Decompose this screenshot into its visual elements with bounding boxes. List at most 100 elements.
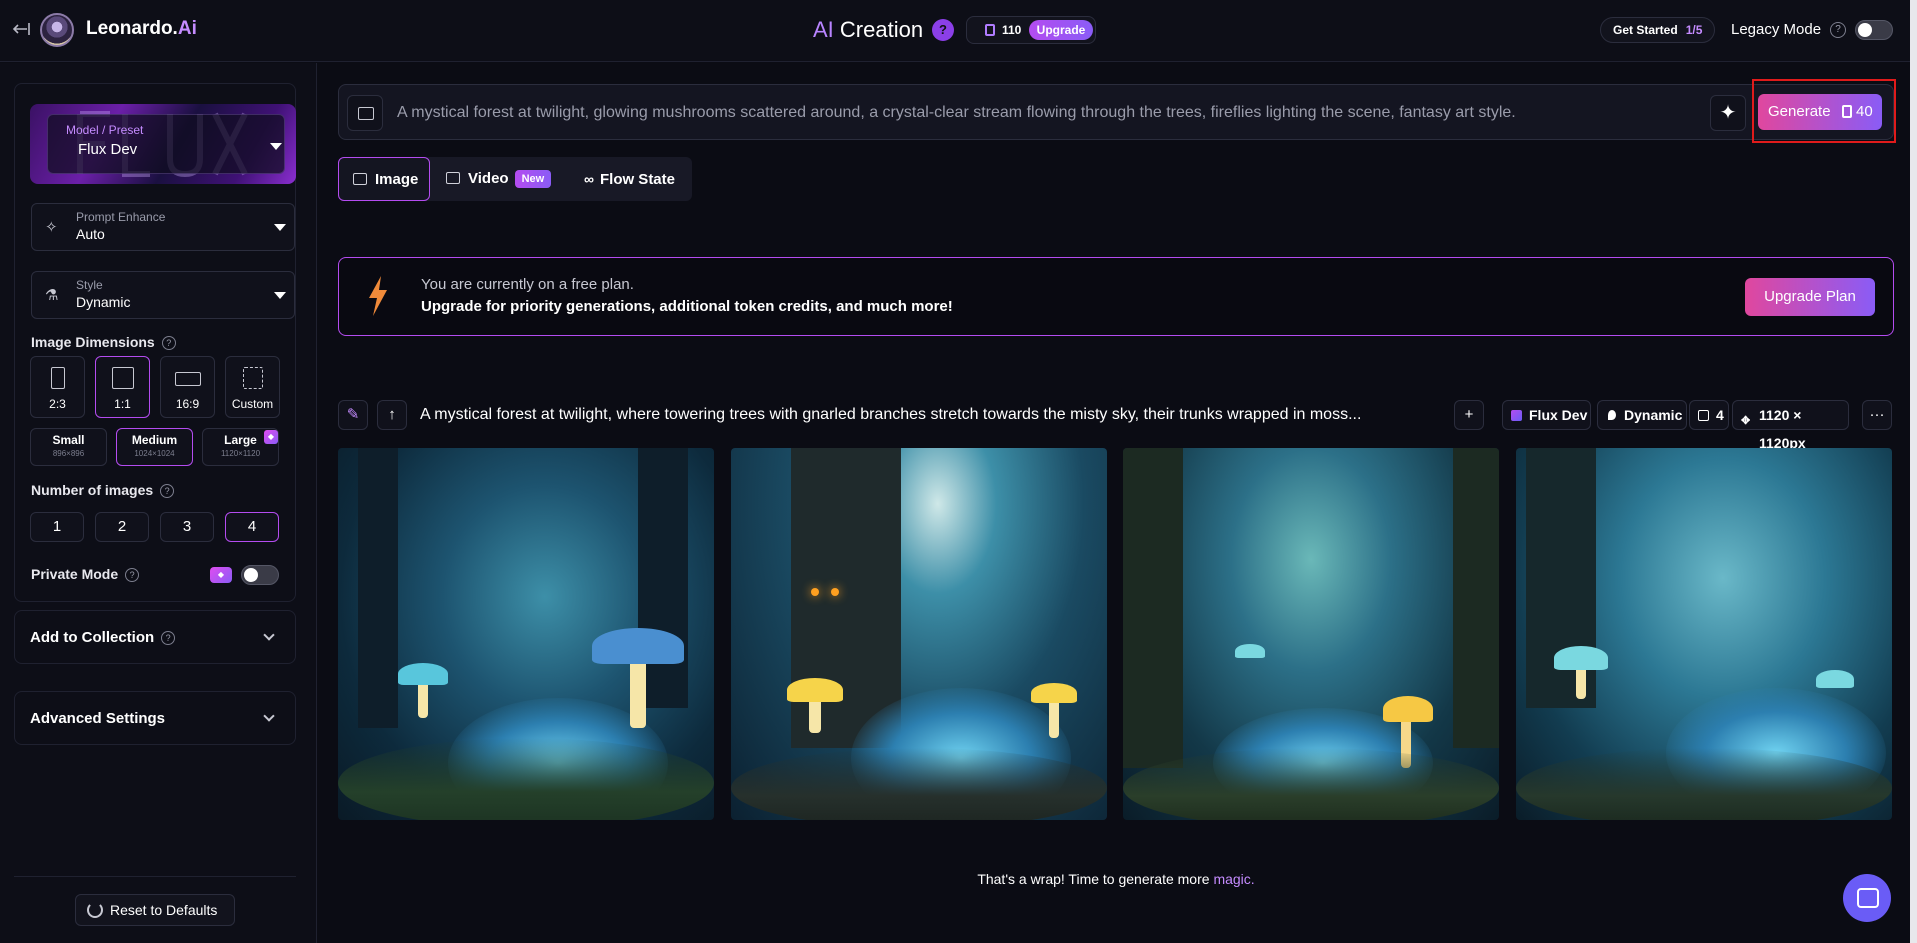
prompt-input[interactable]: A mystical forest at twilight, glowing m… [397,104,1516,122]
page-title: AI Creation [813,17,923,43]
upgrade-plan-button[interactable]: Upgrade Plan [1745,278,1875,316]
wand-icon[interactable]: ✎ [338,400,368,430]
model-chip-label: Flux Dev [1529,407,1588,423]
help-icon[interactable]: ? [161,631,176,645]
leonardo-logo-avatar[interactable] [40,13,74,47]
image-count-4-button[interactable]: 4 [225,512,279,542]
generated-image-2[interactable] [731,448,1107,820]
tab-video-label: Video [468,170,509,187]
style-chip-label: Dynamic [1624,407,1683,423]
creation-mode-tabs: Image Video New ∞ Flow State [338,157,692,201]
portrait-icon [51,367,65,389]
add-to-collection-section[interactable]: Add to Collection? [14,610,296,664]
back-arrow-icon[interactable] [10,18,32,40]
model-preset-label: Model / Preset [66,123,144,137]
size-medium-button[interactable]: Medium 1024×1024 [116,428,193,466]
plus-icon[interactable]: + [1454,400,1484,430]
mushroom-cap [592,628,684,664]
advanced-settings-label: Advanced Settings [30,710,166,727]
chat-support-icon[interactable] [1843,874,1891,922]
private-mode-toggle[interactable] [241,565,279,585]
help-icon[interactable]: ? [160,484,175,498]
image-count-2-button[interactable]: 2 [95,512,149,542]
legacy-mode-toggle[interactable] [1855,20,1893,40]
number-of-images-label: Number of images [31,482,154,498]
tab-flow-state[interactable]: ∞ Flow State [584,157,690,201]
generate-button[interactable]: Generate 40 [1758,94,1882,130]
style-select[interactable]: ⚗ Style Dynamic [31,271,295,319]
magic-enhance-icon[interactable]: ✦ [1710,95,1746,131]
more-options-icon[interactable]: ··· [1862,400,1892,430]
drop-icon [1608,410,1616,420]
legacy-mode-help-icon[interactable]: ? [1830,22,1846,38]
brand-name-ai: Ai [177,18,197,39]
aspect-ratio-custom-button[interactable]: Custom [225,356,280,418]
image-upload-icon[interactable] [347,95,383,131]
size-large-button[interactable]: Large 1120×1120 ◆ [202,428,279,466]
tab-image[interactable]: Image [338,157,430,201]
banner-upgrade-text: Upgrade for priority generations, additi… [421,298,953,315]
reset-to-defaults-button[interactable]: Reset to Defaults [75,894,235,926]
toggle-knob [244,568,258,582]
tab-image-label: Image [375,171,419,188]
help-icon[interactable]: ? [932,19,954,41]
reset-label: Reset to Defaults [110,902,218,918]
prompt-enhance-select[interactable]: ✧ Prompt Enhance Auto [31,203,295,251]
glowing-eye [811,588,819,596]
arrow-up-icon[interactable]: ↑ [377,400,407,430]
images-icon [1698,410,1709,421]
help-icon[interactable]: ? [125,568,140,582]
brand-name[interactable]: Leonardo.Ai [86,18,197,40]
aspect-ratio-1-1-button[interactable]: 1:1 [95,356,150,418]
premium-gem-icon: ◆ [210,567,232,583]
end-of-feed-message: That's a wrap! Time to generate more mag… [338,871,1894,887]
page-scrollbar[interactable] [1910,0,1917,943]
size-name: Medium [131,433,178,447]
generated-image-4[interactable] [1516,448,1892,820]
size-chip-label: 1120 × 1120px [1759,407,1806,451]
count-chip-label: 4 [1716,407,1724,423]
video-icon [446,172,460,184]
mushroom-cap [1383,696,1433,722]
aspect-ratio-16-9-button[interactable]: 16:9 [160,356,215,418]
app-root: Leonardo.Ai AI Creation ? 110 Upgrade Ge… [0,0,1917,943]
aspect-ratio-label: 16:9 [175,397,200,411]
page-title-rest: Creation [833,17,924,42]
size-small-button[interactable]: Small 896×896 [30,428,107,466]
toggle-knob [1858,23,1872,37]
help-icon[interactable]: ? [161,336,176,350]
prompt-bar: A mystical forest at twilight, glowing m… [338,84,1894,140]
sparkle-icon: ✧ [45,219,58,236]
tab-video[interactable]: Video New [446,157,566,201]
token-icon [1842,105,1852,118]
tree-trunk [791,448,901,748]
tree-trunk [1123,448,1183,768]
get-started-button[interactable]: Get Started 1/5 [1600,17,1715,43]
mushroom-cap [398,663,448,685]
generation-header: ✎ ↑ A mystical forest at twilight, where… [338,400,1894,451]
infinity-icon: ∞ [584,171,594,187]
mushroom-cap [1235,644,1265,658]
image-count-3-button[interactable]: 3 [160,512,214,542]
upgrade-button[interactable]: Upgrade [1029,20,1093,40]
generated-image-3[interactable] [1123,448,1499,820]
free-plan-banner: You are currently on a free plan. Upgrad… [338,257,1894,336]
advanced-settings-section[interactable]: Advanced Settings [14,691,296,745]
private-mode-heading: Private Mode? [31,566,140,582]
lightning-bolt-icon [369,276,387,316]
prompt-enhance-label: Prompt Enhance [76,210,166,224]
image-dimensions-heading: Image Dimensions? [31,334,176,350]
generated-image-1[interactable] [338,448,714,820]
mushroom-cap [1031,683,1077,703]
image-count-1-button[interactable]: 1 [30,512,84,542]
model-preset-selector[interactable]: Model / Preset Flux Dev [30,104,296,184]
legacy-mode-label: Legacy Mode [1731,21,1822,38]
magic-link[interactable]: magic. [1213,871,1254,887]
model-preset-value: Flux Dev [78,141,138,158]
mushroom-cap [1554,646,1608,670]
private-mode-label: Private Mode [31,566,119,582]
token-balance-pill[interactable]: 110 Upgrade [966,16,1096,44]
image-icon [353,173,367,185]
aspect-ratio-2-3-button[interactable]: 2:3 [30,356,85,418]
wrap-text: That's a wrap! Time to generate more [977,871,1214,887]
